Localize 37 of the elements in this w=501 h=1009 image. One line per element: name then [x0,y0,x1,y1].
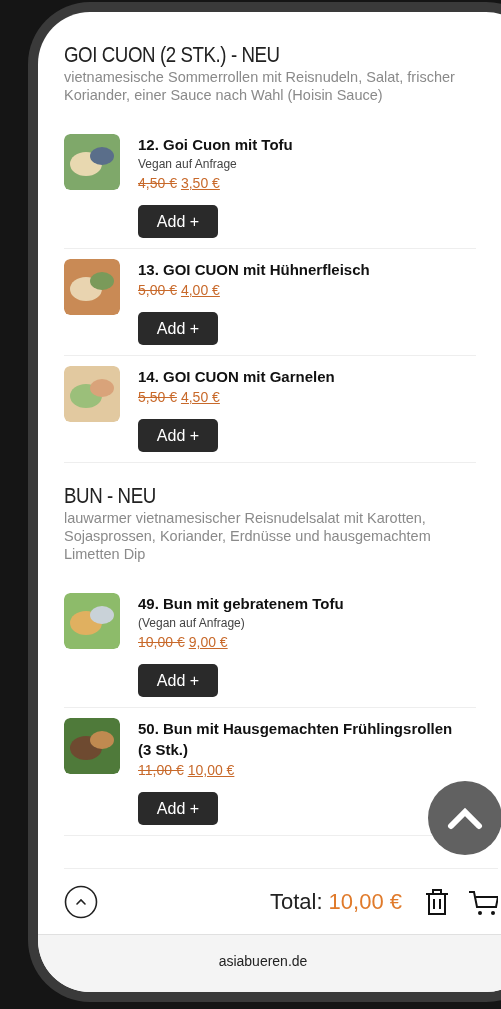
old-price: 5,50 € [138,388,177,407]
add-button[interactable]: Add + [138,792,218,825]
chevron-up-icon [447,806,483,830]
section-title: BUN - NEU [64,483,157,509]
section-title: GOI CUON (2 STK.) - NEU [64,42,281,68]
food-photo [64,718,120,774]
old-price: 10,00 € [138,633,185,652]
item-name: 12. Goi Cuon mit Tofu [138,135,293,155]
old-price: 5,00 € [138,281,177,300]
chevron-up-circle-icon[interactable] [64,884,98,919]
item-name: 50. Bun mit Hausgemachten Frühlingsrollen (3 Stk.) [138,719,454,760]
total-value: 10,00 € [328,888,402,916]
item-name: 49. Bun mit gebratenem Tofu [138,594,344,614]
old-price: 11,00 € [138,761,184,780]
food-photo [64,366,120,422]
price: 4,50 € [180,388,220,407]
food-photo [64,593,120,649]
add-button[interactable]: Add + [138,312,218,345]
price: 4,00 € [180,281,220,300]
section-description: vietnamesische Sommerrollen mit Reisnudeln, Salat, frischer Koriander, einer Sauce nach Wahl (Hoisin Sauce) [64,68,456,104]
trash-icon[interactable] [424,886,450,917]
add-button[interactable]: Add + [138,419,218,452]
price: 10,00 € [187,761,235,780]
old-price: 4,50 € [138,174,177,193]
item-note: (Vegan auf Anfrage) [138,615,245,632]
item-name: 13. GOI CUON mit Hühnerfleisch [138,260,370,280]
add-button[interactable]: Add + [138,664,218,697]
food-photo [64,259,120,315]
price: 3,50 € [180,174,220,193]
item-name: 14. GOI CUON mit Garnelen [138,367,335,387]
add-button[interactable]: Add + [138,205,218,238]
food-photo [64,134,120,190]
section-description: lauwarmer vietnamesischer Reisnudelsalat mit Karotten, Sojasprossen, Koriander, Erdnüsse und hausgemachtem Limetten Dip [64,509,432,563]
item-note: Vegan auf Anfrage [138,156,237,173]
url-text[interactable]: asiabueren.de [218,951,308,992]
total-label: Total: [270,888,323,916]
price: 9,00 € [188,633,228,652]
